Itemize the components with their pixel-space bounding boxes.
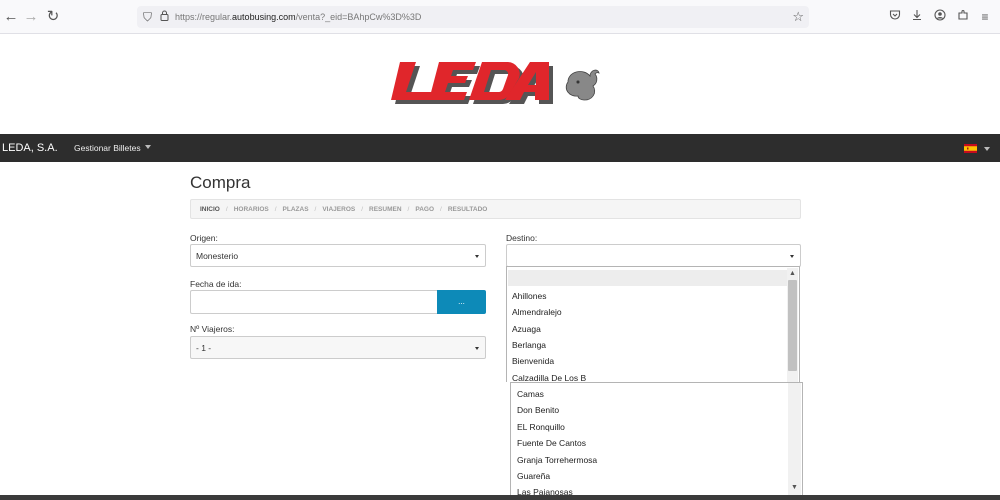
origen-select[interactable]: Monesterio [190, 244, 486, 267]
menu-hamburger-icon[interactable]: ≡ [977, 9, 993, 25]
menu-gestionar-billetes[interactable]: Gestionar Billetes [74, 141, 141, 155]
breadcrumb-step-pago: PAGO [415, 206, 435, 213]
pocket-icon[interactable] [887, 9, 903, 25]
lock-icon[interactable] [160, 10, 172, 24]
origen-selected-value: Monesterio [196, 251, 239, 261]
breadcrumb-step-resumen: RESUMEN [369, 206, 402, 213]
dropdown-option[interactable]: Ahillones [512, 290, 547, 302]
breadcrumb-separator: / [314, 206, 317, 213]
url-text: https://regular.autobusing.com/venta?_ei… [175, 10, 421, 24]
fecha-label: Fecha de ida: [190, 279, 242, 289]
scroll-down-arrow-icon[interactable]: ▼ [791, 484, 798, 492]
dropdown-option[interactable]: Calzadilla De Los B [512, 372, 586, 382]
bookmark-star-icon[interactable]: ☆ [792, 9, 804, 25]
dropdown-option[interactable]: Berlanga [512, 339, 546, 351]
extensions-icon[interactable] [955, 9, 971, 25]
chevron-down-icon [145, 145, 151, 149]
viajeros-label: Nº Viajeros: [190, 324, 235, 334]
destino-dropdown-list: Ahillones Almendralejo Azuaga Berlanga B… [506, 266, 800, 382]
dropdown-scrollbar[interactable]: ▲ [787, 268, 798, 382]
breadcrumb-step-horarios: HORARIOS [233, 206, 269, 213]
breadcrumb-separator: / [361, 206, 364, 213]
viajeros-selected-value: - 1 - [196, 343, 212, 353]
dropdown-option[interactable]: Fuente De Cantos [517, 437, 586, 449]
select-arrow-icon [475, 347, 479, 350]
navbar-brand[interactable]: LEDA, S.A. [2, 140, 58, 156]
dropdown-scrollbar-lower[interactable]: ▼ [788, 383, 801, 495]
dropdown-option[interactable]: EL Ronquillo [517, 421, 565, 433]
dropdown-option[interactable]: Bienvenida [512, 355, 554, 367]
reload-icon[interactable]: ↻ [44, 8, 62, 26]
select-arrow-icon [475, 255, 479, 258]
breadcrumb: INICIO / HORARIOS / PLAZAS / VIAJEROS / RESUMEN /… [190, 199, 801, 219]
breadcrumb-step-inicio: INICIO [200, 206, 220, 213]
destino-dropdown-list-continued: Camas Don Benito EL Ronquillo Fuente De … [510, 382, 803, 496]
breadcrumb-step-resultado: RESULTADO [447, 206, 488, 213]
dropdown-option[interactable]: Azuaga [512, 323, 541, 335]
viajeros-select[interactable]: - 1 - [190, 336, 486, 359]
dropdown-option-empty[interactable] [508, 270, 788, 286]
back-arrow-icon[interactable]: ← [2, 8, 20, 26]
top-navbar: LEDA, S.A. Gestionar Billetes [0, 134, 1000, 162]
browser-toolbar: ← → ↻ ⛉ https://regular.autobusing.com/v… [0, 0, 1000, 34]
download-icon[interactable] [909, 9, 925, 25]
destino-label: Destino: [506, 233, 538, 243]
logo-header [0, 34, 1000, 134]
breadcrumb-separator: / [407, 206, 410, 213]
breadcrumb-separator: / [440, 206, 442, 213]
language-caret-icon[interactable] [984, 147, 990, 151]
url-domain: autobusing.com [232, 12, 296, 22]
destino-select[interactable] [506, 244, 801, 267]
shield-icon[interactable]: ⛉ [143, 10, 155, 24]
url-prefix: https://regular. [175, 12, 233, 22]
scroll-up-arrow-icon[interactable]: ▲ [789, 270, 796, 278]
account-icon[interactable] [932, 9, 948, 25]
date-picker-button[interactable]: ... [437, 290, 486, 314]
dropdown-option[interactable]: Don Benito [517, 404, 559, 416]
scrollbar-thumb[interactable] [788, 280, 797, 371]
url-bar[interactable]: ⛉ https://regular.autobusing.com/venta?_… [137, 6, 809, 28]
url-path: /venta?_eid=BAhpCw%3D%3D [295, 12, 422, 22]
forward-arrow-icon[interactable]: → [22, 8, 40, 26]
dropdown-option[interactable]: Camas [517, 388, 544, 400]
breadcrumb-step-plazas: PLAZAS [282, 206, 309, 213]
dropdown-option[interactable]: Guareña [517, 470, 550, 482]
dropdown-option[interactable]: Granja Torrehermosa [517, 454, 597, 466]
breadcrumb-separator: / [225, 206, 228, 213]
dropdown-option[interactable]: Almendralejo [512, 306, 562, 318]
page-title: Compra [190, 173, 251, 192]
spain-flag-icon[interactable] [964, 144, 977, 153]
fecha-ida-input[interactable] [190, 290, 438, 314]
breadcrumb-step-viajeros: VIAJEROS [322, 206, 356, 213]
os-taskbar [0, 495, 1000, 500]
select-arrow-icon [790, 255, 794, 258]
leda-logo[interactable] [390, 60, 605, 108]
breadcrumb-steps: INICIO / HORARIOS / PLAZAS / VIAJEROS / RESUMEN /… [200, 205, 487, 214]
origen-label: Origen: [190, 233, 218, 243]
breadcrumb-separator: / [274, 206, 277, 213]
